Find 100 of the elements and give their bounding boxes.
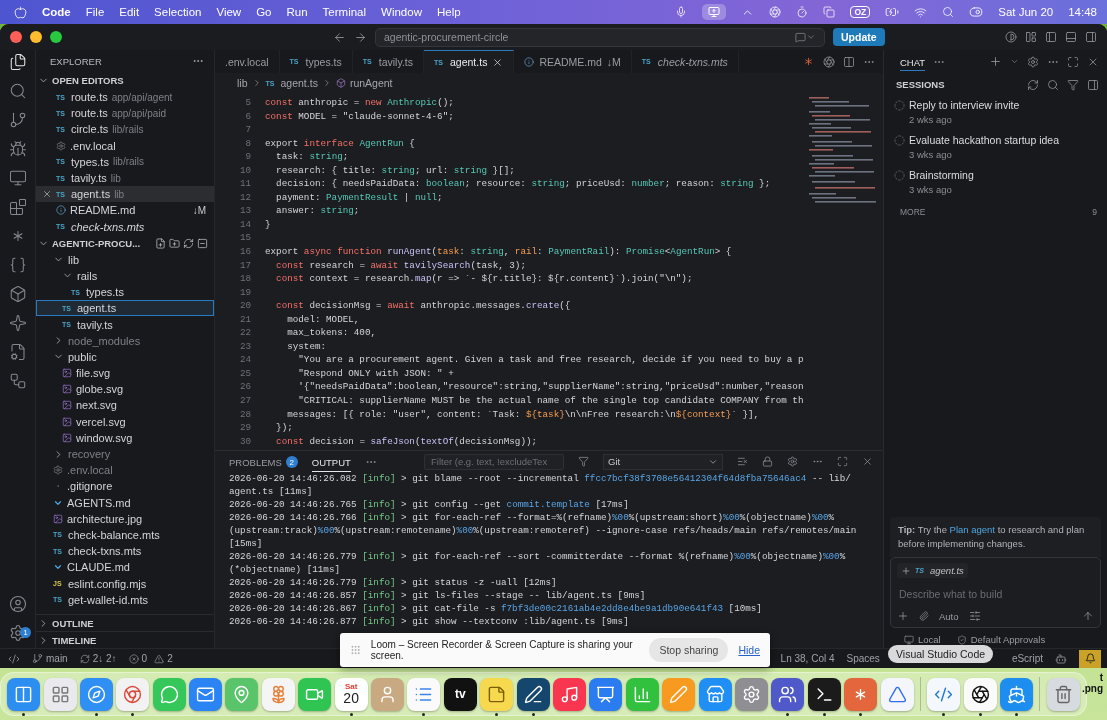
menu-item[interactable]: Edit xyxy=(119,6,140,18)
monitor-icon[interactable] xyxy=(8,169,27,187)
files-icon[interactable] xyxy=(8,53,27,71)
update-button[interactable]: Update xyxy=(833,28,885,46)
refresh-icon[interactable] xyxy=(183,237,194,249)
cursor-position[interactable]: Ln 38, Col 4 xyxy=(780,653,835,664)
collapse-icon[interactable] xyxy=(197,237,208,249)
stop-sharing-button[interactable]: Stop sharing xyxy=(649,638,729,662)
search-icon[interactable] xyxy=(942,6,955,18)
close-icon[interactable] xyxy=(42,189,52,200)
open-editor-item[interactable]: README.md ↓M xyxy=(36,202,214,219)
screen-share-indicator[interactable] xyxy=(702,4,727,20)
control-center-icon[interactable] xyxy=(969,5,984,19)
lock-icon[interactable] xyxy=(762,456,773,467)
remote-icon[interactable] xyxy=(8,652,20,665)
maximize-icon[interactable] xyxy=(837,456,848,467)
branch-status[interactable]: main xyxy=(46,653,68,664)
filter-icon[interactable] xyxy=(1067,78,1079,91)
layout-icon[interactable] xyxy=(1025,31,1037,43)
breadcrumb-item[interactable]: runAgent xyxy=(349,77,393,89)
warning-icon[interactable] xyxy=(154,653,165,664)
extensions-icon[interactable] xyxy=(8,198,27,216)
chat-input-field[interactable]: Describe what to build xyxy=(897,586,1094,602)
windows-icon[interactable] xyxy=(823,6,836,18)
file-row[interactable]: architecture.jpg xyxy=(36,510,214,527)
maximize-icon[interactable] xyxy=(1067,55,1079,68)
monitor-icon[interactable] xyxy=(904,634,914,645)
microphone-icon[interactable] xyxy=(675,6,688,18)
menu-item[interactable]: Go xyxy=(256,6,272,18)
app-icon[interactable] xyxy=(963,677,997,711)
aperture-icon[interactable] xyxy=(823,55,835,68)
error-icon[interactable] xyxy=(128,653,139,664)
folder-row[interactable]: node_modules xyxy=(36,332,214,349)
section-header[interactable]: OPEN EDITORS xyxy=(36,72,214,89)
file-row[interactable]: vercel.svg xyxy=(36,413,214,430)
file-row[interactable]: window.svg xyxy=(36,429,214,446)
breadcrumb-item[interactable]: lib xyxy=(237,77,248,89)
panel-bottom-icon[interactable] xyxy=(1065,31,1077,43)
file-gear-icon[interactable] xyxy=(8,343,27,361)
search-icon[interactable] xyxy=(8,82,27,100)
command-center-field[interactable]: agentic-procurement-circle xyxy=(375,27,825,47)
notifications-icon[interactable] xyxy=(1079,649,1101,668)
bug-icon[interactable] xyxy=(8,140,27,158)
status-badge[interactable]: OZ xyxy=(850,6,871,18)
file-row[interactable]: .gitignore xyxy=(36,478,214,495)
zoom-window-button[interactable] xyxy=(50,31,62,43)
chevron-icon[interactable] xyxy=(1010,57,1019,66)
account-icon[interactable] xyxy=(8,595,27,613)
clear-output-icon[interactable] xyxy=(737,456,748,467)
forward-icon[interactable] xyxy=(354,30,367,44)
branch-icon[interactable] xyxy=(8,111,27,129)
channel-dropdown[interactable]: Git xyxy=(603,453,723,470)
section-header[interactable]: OUTLINE xyxy=(36,614,214,631)
file-row[interactable]: file.svg xyxy=(36,365,214,382)
wifi-icon[interactable] xyxy=(914,5,928,19)
settings-icon[interactable] xyxy=(1027,55,1039,68)
close-icon[interactable] xyxy=(492,56,504,68)
more-sessions-label[interactable]: MORE xyxy=(900,207,926,217)
sync-status[interactable]: 2↓ 2↑ xyxy=(92,653,117,664)
file-row[interactable]: AGENTS.md xyxy=(36,494,214,511)
menubar-date[interactable]: Sat Jun 20 xyxy=(998,6,1054,18)
search-icon[interactable] xyxy=(1047,78,1059,91)
send-icon[interactable] xyxy=(1082,610,1094,622)
asterisk-icon[interactable] xyxy=(802,55,815,68)
panel-tab[interactable]: PROBLEMS 2 xyxy=(229,451,298,472)
menu-item[interactable]: Help xyxy=(436,6,461,18)
file-row[interactable]: globe.svg xyxy=(36,381,214,398)
error-count[interactable]: 0 xyxy=(141,653,148,664)
split-editor-icon[interactable] xyxy=(843,55,855,68)
folder-row[interactable]: lib xyxy=(36,251,214,268)
menu-item[interactable]: File xyxy=(85,6,105,18)
menu-item[interactable]: Selection xyxy=(154,6,202,18)
menu-item[interactable]: Run xyxy=(286,6,308,18)
branch-icon[interactable] xyxy=(32,653,43,664)
panel-icon[interactable] xyxy=(1087,78,1099,91)
hide-link[interactable]: Hide xyxy=(738,644,760,656)
attachment-name[interactable]: agent.ts xyxy=(930,565,964,576)
filter-icon[interactable] xyxy=(578,456,589,467)
timer-icon[interactable] xyxy=(796,6,809,18)
menu-item[interactable]: View xyxy=(216,6,242,18)
sync-icon[interactable] xyxy=(79,653,90,664)
folder-row[interactable]: rails xyxy=(36,267,214,285)
app-icon[interactable] xyxy=(807,677,841,711)
app-menu[interactable]: Code xyxy=(42,6,71,18)
chat-icon[interactable] xyxy=(795,31,806,43)
box-icon[interactable] xyxy=(8,285,27,303)
menubar-time[interactable]: 14:48 xyxy=(1068,6,1097,18)
app-icon[interactable]: Sat 20 xyxy=(334,677,368,711)
plan-agent-link[interactable]: Plan agent xyxy=(949,524,995,536)
apple-icon[interactable] xyxy=(14,5,27,19)
panel-right-icon[interactable] xyxy=(1085,31,1097,43)
filter-field[interactable]: Filter (e.g. text, !excludeTex xyxy=(424,453,564,470)
shield-icon[interactable] xyxy=(956,634,967,645)
file-row[interactable]: next.svg xyxy=(36,397,214,414)
indentation-status[interactable]: Spaces xyxy=(846,653,880,664)
mode-picker[interactable]: Auto xyxy=(939,610,959,622)
close-window-button[interactable] xyxy=(10,31,22,43)
language-status[interactable]: eScript xyxy=(1011,653,1043,664)
plus-icon[interactable] xyxy=(989,55,1002,68)
battery-icon[interactable] xyxy=(885,5,900,19)
